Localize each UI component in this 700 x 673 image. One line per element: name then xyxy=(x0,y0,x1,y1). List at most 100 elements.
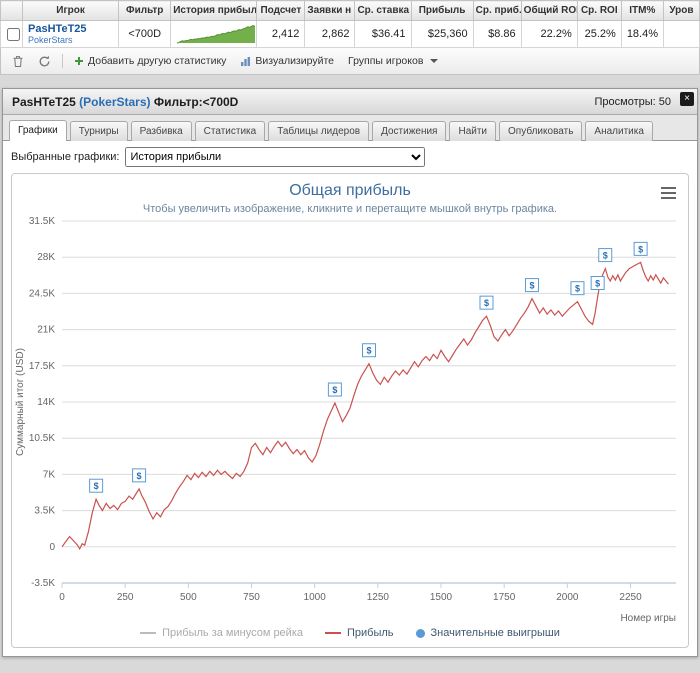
player-groups-button[interactable]: Группы игроков xyxy=(345,54,441,68)
y-tick-label: 14K xyxy=(37,397,55,408)
chart-menu-icon[interactable] xyxy=(661,184,676,202)
x-tick-label: 2000 xyxy=(556,592,579,603)
col-entries[interactable]: Заявки н у xyxy=(304,0,356,21)
legend-item-profit[interactable]: Прибыль xyxy=(325,627,394,639)
legend-item-wins[interactable]: Значительные выигрыши xyxy=(415,627,560,639)
tab-breakdown[interactable]: Разбивка xyxy=(130,121,192,141)
profit-chart-svg[interactable]: -3.5K 0 3.5K 7K 10.5K 14K 17.5K 21K 24.5K 28K 31.5… xyxy=(12,215,688,627)
refresh-button[interactable] xyxy=(35,54,54,69)
legend-label-rake: Прибыль за минусом рейка xyxy=(162,627,303,639)
bar-chart-icon xyxy=(241,56,251,66)
legend-swatch-profit xyxy=(325,632,341,634)
tab-tournaments[interactable]: Турниры xyxy=(69,121,128,141)
legend-label-wins: Значительные выигрыши xyxy=(430,627,560,639)
row-profit: $25,360 xyxy=(410,20,474,48)
x-tick-label: 250 xyxy=(117,592,134,603)
player-groups-label: Группы игроков xyxy=(347,55,424,67)
col-profit-history[interactable]: История прибыли xyxy=(170,0,258,21)
tab-leaderboards[interactable]: Таблицы лидеров xyxy=(268,121,370,141)
win-marker-symbol: $ xyxy=(94,481,99,491)
win-marker-symbol: $ xyxy=(603,251,608,261)
plus-icon xyxy=(75,57,83,65)
panel-tabs: Графики Турниры Разбивка Статистика Табл… xyxy=(3,115,697,141)
col-avg-roi[interactable]: Ср. ROI xyxy=(576,0,622,21)
x-tick-label: 500 xyxy=(180,592,197,603)
tab-charts[interactable]: Графики xyxy=(9,120,67,141)
tab-publish[interactable]: Опубликовать xyxy=(499,121,583,141)
chart-select[interactable]: История прибыли xyxy=(125,147,426,167)
close-button[interactable]: × xyxy=(680,92,694,106)
chevron-down-icon xyxy=(430,59,439,63)
panel-title-network: (PokerStars) xyxy=(79,94,151,109)
visualize-label: Визуализируйте xyxy=(255,55,334,67)
win-marker-symbol: $ xyxy=(332,385,337,395)
profit-sparkline-cell[interactable] xyxy=(170,20,258,48)
y-tick-label: 21K xyxy=(37,325,55,336)
chart-title: Общая прибыль xyxy=(289,182,411,199)
col-avg-stake[interactable]: Ср. ставка xyxy=(354,0,412,21)
win-marker-symbol: $ xyxy=(595,279,600,289)
y-tick-label: 3.5K xyxy=(34,506,55,517)
row-total-roi: 22.2% xyxy=(520,20,578,48)
panel-title-name: PasHTeT25 xyxy=(12,94,76,109)
x-tick-label: 750 xyxy=(243,592,260,603)
tab-achievements[interactable]: Достижения xyxy=(372,121,447,141)
col-player[interactable]: Игрок xyxy=(22,0,120,21)
player-network: PokerStars xyxy=(28,35,73,45)
col-profit[interactable]: Прибыль xyxy=(410,0,474,21)
chart-selector-row: Выбранные графики: История прибыли xyxy=(3,141,697,171)
col-avg-profit[interactable]: Ср. приб. xyxy=(472,0,522,21)
y-tick-label: -3.5K xyxy=(31,578,55,589)
x-tick-label: 2250 xyxy=(619,592,642,603)
player-name-link[interactable]: PasHTeT25 xyxy=(28,23,87,35)
stats-block: Игрок Фильтр История прибыли Подсчет Зая… xyxy=(0,0,700,75)
y-tick-label: 28K xyxy=(37,252,55,263)
win-marker-symbol: $ xyxy=(366,346,371,356)
table-toolbar: Добавить другую статистику Визуализируйт… xyxy=(0,48,700,75)
chart-subtitle: Чтобы увеличить изображение, кликните и … xyxy=(142,203,558,215)
y-tick-label: 31.5K xyxy=(29,216,55,227)
legend-item-rake[interactable]: Прибыль за минусом рейка xyxy=(140,627,303,639)
col-checkbox xyxy=(0,0,24,21)
table-row[interactable]: PasHTeT25 PokerStars <700D 2,412 2,862 $… xyxy=(0,20,700,48)
row-checkbox[interactable] xyxy=(7,27,20,41)
delete-button[interactable] xyxy=(9,54,27,69)
row-avg-stake: $36.41 xyxy=(354,20,412,48)
win-marker-symbol: $ xyxy=(484,298,489,308)
col-filter[interactable]: Фильтр xyxy=(118,0,172,21)
x-tick-label: 1750 xyxy=(493,592,516,603)
win-marker-symbol: $ xyxy=(137,471,142,481)
y-tick-label: 24.5K xyxy=(29,288,55,299)
col-count[interactable]: Подсчет xyxy=(256,0,306,21)
add-statistic-button[interactable]: Добавить другую статистику xyxy=(71,54,229,68)
legend-swatch-rake xyxy=(140,632,157,634)
col-total-roi[interactable]: Общий ROI xyxy=(520,0,578,21)
sparkline-svg xyxy=(177,24,256,44)
y-tick-label: 0 xyxy=(49,542,55,553)
chart-legend: Прибыль за минусом рейка Прибыль Значите… xyxy=(12,627,688,647)
win-marker-symbol: $ xyxy=(638,244,643,254)
tab-find[interactable]: Найти xyxy=(449,121,497,141)
row-avg-roi: 25.2% xyxy=(576,20,622,48)
win-marker-symbol: $ xyxy=(575,284,580,294)
col-itm[interactable]: ITM% xyxy=(620,0,664,21)
row-entries: 2,862 xyxy=(304,20,356,48)
x-tick-label: 1250 xyxy=(367,592,390,603)
win-marker-symbol: $ xyxy=(529,281,534,291)
x-tick-label: 0 xyxy=(59,592,65,603)
views-counter: Просмотры: 50 xyxy=(594,95,672,108)
chart-selector-label: Выбранные графики: xyxy=(11,151,120,163)
tab-statistics[interactable]: Статистика xyxy=(194,121,266,141)
row-itm: 18.4% xyxy=(620,20,664,48)
profit-line[interactable] xyxy=(61,261,669,551)
row-avg-profit: $8.86 xyxy=(472,20,522,48)
add-statistic-label: Добавить другую статистику xyxy=(88,55,227,67)
tab-analytics[interactable]: Аналитика xyxy=(585,121,653,141)
stats-table: Игрок Фильтр История прибыли Подсчет Зая… xyxy=(0,0,700,48)
visualize-button[interactable]: Визуализируйте xyxy=(237,54,337,68)
trash-icon xyxy=(13,55,23,67)
col-level[interactable]: Уров xyxy=(662,0,700,21)
y-tick-label: 17.5K xyxy=(29,361,55,372)
profit-chart[interactable]: Общая прибыль Чтобы увеличить изображени… xyxy=(11,173,689,648)
player-detail-panel: × PasHTeT25 (PokerStars) Фильтр:<700D Пр… xyxy=(2,88,698,657)
